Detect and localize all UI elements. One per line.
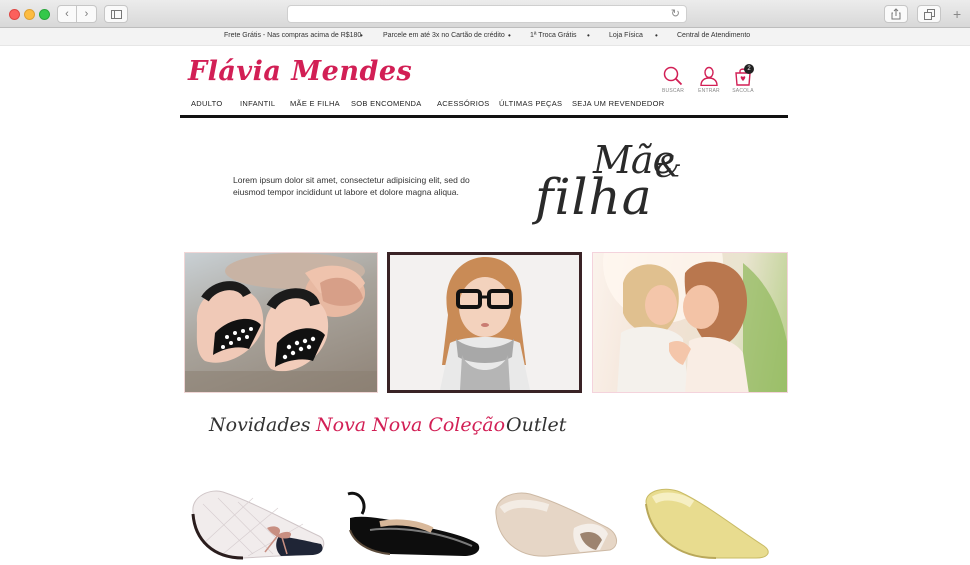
info-free-exchange[interactable]: 1ª Troca Grátis <box>530 32 577 39</box>
show-tabs-button[interactable] <box>917 5 941 23</box>
sidebar-toggle-button[interactable] <box>104 5 128 23</box>
search-button[interactable]: BUSCAR <box>659 66 687 94</box>
share-button[interactable] <box>884 5 908 23</box>
minimize-window-button[interactable] <box>24 9 35 20</box>
hero-description: Lorem ipsum dolor sit amet, consectetur … <box>233 175 470 197</box>
login-button[interactable]: ENTRAR <box>695 66 723 94</box>
search-icon <box>663 66 683 86</box>
info-separator: • <box>508 31 511 40</box>
photo-tile-sandals[interactable] <box>184 252 378 393</box>
forward-button[interactable]: › <box>77 5 97 23</box>
sandals-photo <box>185 253 377 392</box>
bag-count-badge: 2 <box>744 64 754 74</box>
menu-item-ultimas-pecas[interactable]: ÚLTIMAS PEÇAS <box>499 99 562 108</box>
back-button[interactable]: ‹ <box>57 5 77 23</box>
mother-daughter-photo <box>603 253 787 392</box>
hero-title-filha: filha <box>535 168 653 226</box>
menu-item-sob-encomenda[interactable]: SOB ENCOMENDA <box>351 99 422 108</box>
girl-photo <box>390 255 579 390</box>
shoe-yellow-pointed-flat-image <box>645 488 769 559</box>
search-label: BUSCAR <box>661 88 685 94</box>
shoe-black-patent-slingback-image <box>347 491 480 556</box>
user-icon <box>700 66 718 86</box>
reload-icon[interactable]: ↻ <box>671 7 680 20</box>
info-separator: • <box>360 31 363 40</box>
brand-logo[interactable]: Flávia Mendes <box>188 56 412 87</box>
menu-item-seja-revendedor[interactable]: SEJA UM REVENDEDOR <box>572 99 665 108</box>
browser-toolbar: ‹ › ↻ + <box>0 0 970 28</box>
share-icon <box>891 8 901 20</box>
product-card[interactable] <box>340 484 490 560</box>
shoe-white-quilted-bow-image <box>191 490 325 560</box>
category-link-outlet[interactable]: Outlet <box>506 414 566 436</box>
info-bar: Frete Grátis - Nas compras acima de R$18… <box>0 28 970 46</box>
info-separator: • <box>655 31 658 40</box>
menu-item-adulto[interactable]: ADULTO <box>191 99 223 108</box>
product-card[interactable] <box>488 484 638 560</box>
category-link-nova-colecao[interactable]: Nova Nova Coleção <box>316 414 505 436</box>
product-card[interactable] <box>183 484 333 560</box>
address-bar[interactable]: ↻ <box>287 5 687 23</box>
menu-item-mae-e-filha[interactable]: MÃE E FILHA <box>290 99 340 108</box>
shoe-nude-flat-image <box>495 492 617 557</box>
bag-label: SACOLA <box>732 88 754 94</box>
menu-item-acessorios[interactable]: ACESSÓRIOS <box>437 99 490 108</box>
bag-button[interactable]: 2 SACOLA <box>729 64 757 94</box>
info-installments[interactable]: Parcele em até 3x no Cartão de crédito <box>383 32 505 39</box>
category-link-novidades[interactable]: Novidades <box>209 414 311 436</box>
menu-item-infantil[interactable]: INFANTIL <box>240 99 275 108</box>
login-label: ENTRAR <box>698 88 720 94</box>
info-physical-store[interactable]: Loja Física <box>609 32 643 39</box>
product-card[interactable] <box>636 484 786 560</box>
photo-tile-girl-glasses[interactable] <box>387 252 582 393</box>
new-tab-button[interactable]: + <box>953 7 961 21</box>
info-free-shipping[interactable]: Frete Grátis - Nas compras acima de R$18… <box>224 32 361 39</box>
sidebar-icon <box>111 10 122 19</box>
tabs-icon-back <box>924 12 932 20</box>
photo-tile-mother-daughter[interactable] <box>592 252 788 393</box>
zoom-window-button[interactable] <box>39 9 50 20</box>
close-window-button[interactable] <box>9 9 20 20</box>
header-divider <box>180 115 788 118</box>
info-separator: • <box>587 31 590 40</box>
hero-title-ampersand: & <box>655 150 682 185</box>
info-customer-service[interactable]: Central de Atendimento <box>677 32 750 39</box>
